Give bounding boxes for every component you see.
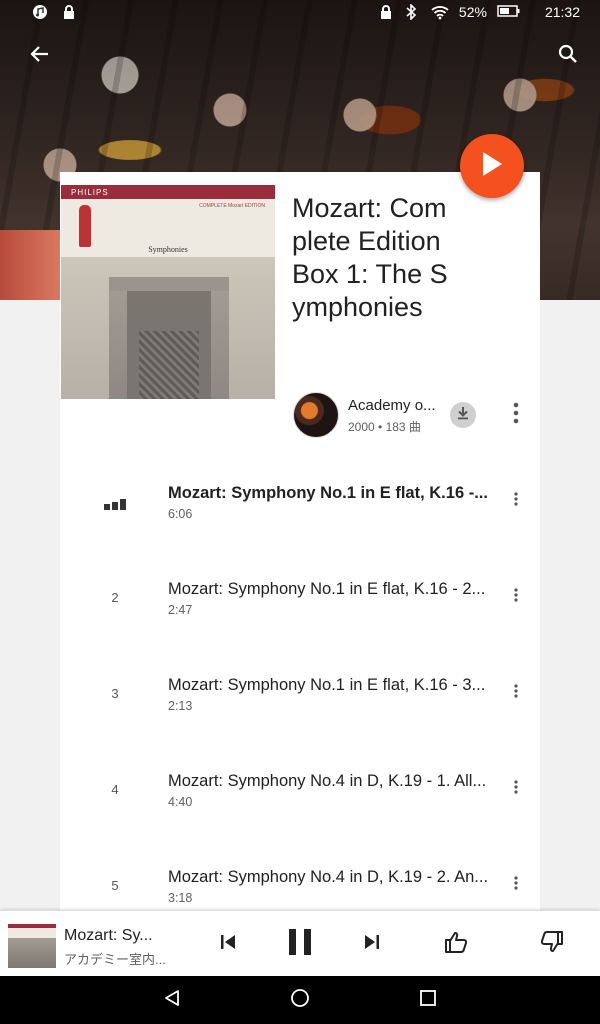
music-app-icon (32, 4, 48, 20)
more-vert-icon (514, 491, 518, 511)
cover-subtitle: Symphonies (148, 245, 188, 254)
album-more-button[interactable] (504, 401, 528, 429)
mini-player-subtitle[interactable]: アカデミー室内... (64, 949, 166, 968)
battery-icon (497, 4, 521, 20)
track-number: 3 (111, 686, 119, 701)
track-row[interactable]: Mozart: Symphony No.1 in E flat, K.16 -.… (60, 470, 540, 566)
album-meta: 2000 • 183 曲 (348, 420, 421, 434)
track-number: 4 (111, 782, 119, 797)
next-button[interactable] (352, 924, 392, 964)
more-vert-icon (514, 587, 518, 607)
cover-label: PHILIPS (61, 185, 275, 199)
bluetooth-icon (405, 3, 421, 21)
more-vert-icon (513, 402, 519, 429)
track-duration: 3:18 (168, 891, 193, 905)
nav-recents-icon (419, 989, 437, 1012)
more-vert-icon (514, 779, 518, 799)
play-album-button[interactable] (460, 134, 524, 198)
pause-icon (287, 928, 313, 961)
download-button[interactable] (450, 402, 476, 428)
track-more-button[interactable] (504, 487, 528, 515)
system-navigation-bar (0, 976, 600, 1024)
equalizer-icon (100, 498, 130, 515)
mini-player-title[interactable]: Mozart: Sy... (64, 927, 153, 945)
track-duration: 2:13 (168, 699, 193, 713)
track-duration: 2:47 (168, 603, 193, 617)
nav-recents-button[interactable] (412, 984, 444, 1016)
thumb-up-icon (444, 931, 468, 958)
cover-facade (109, 277, 229, 399)
thumb-down-icon (540, 930, 564, 958)
nav-home-button[interactable] (284, 984, 316, 1016)
track-title: Mozart: Symphony No.1 in E flat, K.16 -.… (168, 484, 488, 502)
mini-player[interactable]: Mozart: Sy... アカデミー室内... (0, 910, 600, 977)
lock-icon (379, 4, 395, 20)
track-row[interactable]: 2 Mozart: Symphony No.1 in E flat, K.16 … (60, 566, 540, 662)
dislike-button[interactable] (532, 924, 572, 964)
track-title: Mozart: Symphony No.4 in D, K.19 - 2. An… (168, 868, 489, 886)
track-more-button[interactable] (504, 583, 528, 611)
wifi-icon (431, 4, 449, 20)
nav-back-button[interactable] (156, 984, 188, 1016)
track-title: Mozart: Symphony No.1 in E flat, K.16 - … (168, 676, 486, 694)
status-bar: 52% 21:32 (0, 0, 600, 26)
track-row[interactable]: 3 Mozart: Symphony No.1 in E flat, K.16 … (60, 662, 540, 758)
nav-home-icon (290, 988, 310, 1013)
track-title: Mozart: Symphony No.4 in D, K.19 - 1. Al… (168, 772, 487, 790)
track-title: Mozart: Symphony No.1 in E flat, K.16 - … (168, 580, 486, 598)
more-vert-icon (514, 683, 518, 703)
track-more-button[interactable] (504, 679, 528, 707)
track-row[interactable]: 5 Mozart: Symphony No.4 in D, K.19 - 2. … (60, 854, 540, 910)
album-title: Mozart: Complete Edition Box 1: The Symp… (292, 193, 448, 322)
track-more-button[interactable] (504, 775, 528, 803)
track-duration: 4:40 (168, 795, 193, 809)
more-vert-icon (514, 875, 518, 895)
back-button[interactable] (20, 36, 60, 76)
search-button[interactable] (548, 36, 588, 76)
pause-button[interactable] (280, 924, 320, 964)
previous-button[interactable] (208, 924, 248, 964)
track-row[interactable]: 4 Mozart: Symphony No.4 in D, K.19 - 1. … (60, 758, 540, 854)
skip-next-icon (363, 933, 381, 956)
artist-avatar[interactable] (293, 392, 339, 438)
arrow-left-icon (30, 44, 50, 69)
track-duration: 6:06 (168, 507, 193, 521)
clock: 21:32 (544, 4, 580, 20)
play-icon (480, 150, 504, 183)
track-number: 5 (111, 878, 119, 893)
download-icon (456, 406, 470, 425)
like-button[interactable] (436, 924, 476, 964)
cover-figure (79, 205, 91, 247)
skip-previous-icon (219, 933, 237, 956)
lock-icon (62, 4, 78, 20)
mini-player-thumbnail[interactable] (8, 924, 56, 968)
search-icon (558, 44, 578, 69)
album-cover: PHILIPS COMPLETE Mozart EDITION Symphoni… (61, 185, 275, 399)
artist-name[interactable]: Academy o... (348, 397, 436, 414)
battery-percent: 52% (458, 4, 487, 20)
nav-back-icon (163, 989, 181, 1012)
track-number: 2 (111, 590, 119, 605)
track-more-button[interactable] (504, 871, 528, 899)
cover-top-label: COMPLETE Mozart EDITION (199, 203, 265, 209)
